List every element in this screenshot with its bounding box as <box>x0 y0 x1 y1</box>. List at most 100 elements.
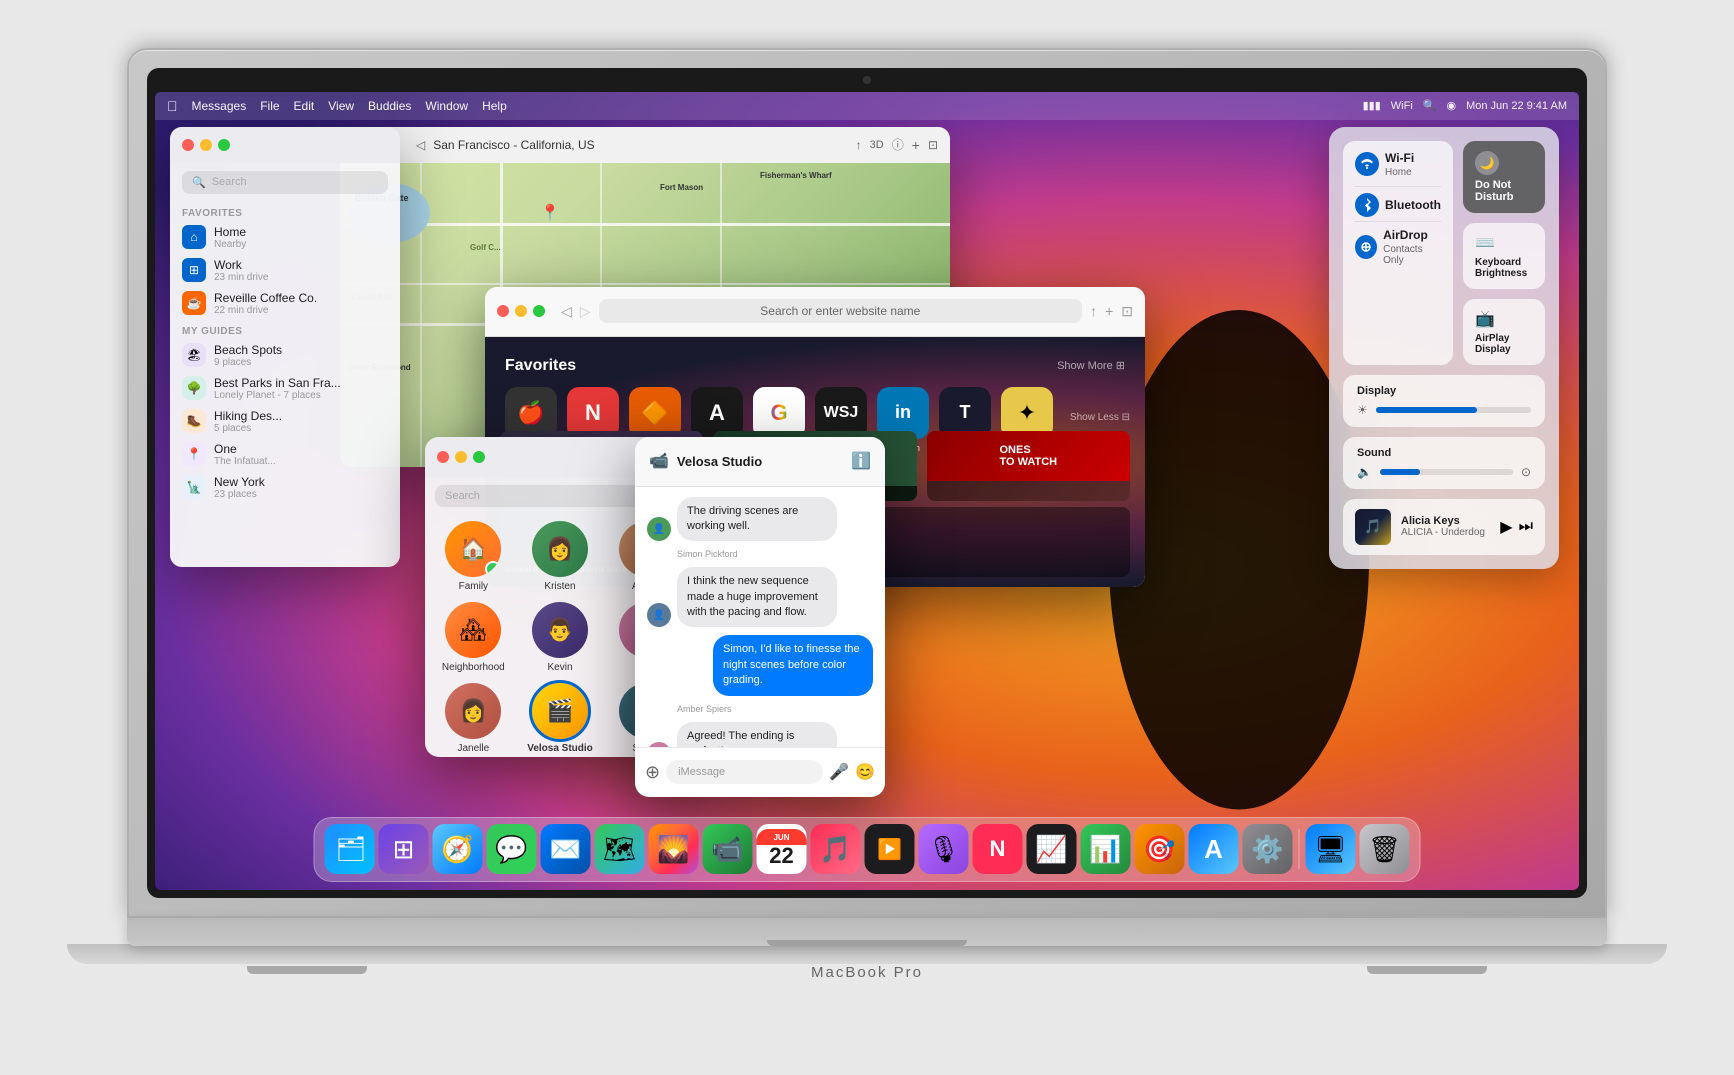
wifi-icon[interactable]: WiFi <box>1391 100 1413 112</box>
dock-appstore[interactable]: A <box>1189 824 1239 874</box>
dock-preferences[interactable]: ⚙️ <box>1243 824 1293 874</box>
dock-launchpad[interactable]: ⊞ <box>379 824 429 874</box>
display-slider-track[interactable] <box>1376 407 1531 413</box>
video-call-icon[interactable]: 📹 <box>649 451 669 471</box>
sidebar-item-beach[interactable]: 🏖 Beach Spots 9 places <box>170 339 400 372</box>
keyboard-label: Keyboard Brightness <box>1475 257 1533 279</box>
minimize-button[interactable] <box>200 139 212 151</box>
messages-close-button[interactable] <box>437 451 449 463</box>
sidebar-search-bar[interactable]: 🔍 Search <box>182 171 388 194</box>
menu-messages[interactable]: Messages <box>192 99 247 113</box>
menubar-left:  Messages File Edit View Buddies Window… <box>167 98 507 114</box>
home-info: Home Nearby <box>214 225 388 250</box>
sidebar-item-coffee[interactable]: ☕ Reveille Coffee Co. 22 min drive <box>170 287 400 320</box>
contact-neighborhood[interactable]: 🏘 Neighborhood <box>435 602 512 673</box>
menu-buddies[interactable]: Buddies <box>368 99 411 113</box>
menu-window[interactable]: Window <box>425 99 468 113</box>
dock-news[interactable]: N <box>973 824 1023 874</box>
safari-sidebar-icon[interactable]: ⊡ <box>1121 303 1133 320</box>
menu-edit[interactable]: Edit <box>294 99 315 113</box>
safari-close-button[interactable] <box>497 305 509 317</box>
dock-facetime[interactable]: 📹 <box>703 824 753 874</box>
maps-3d-button[interactable]: 3D <box>870 139 884 151</box>
map-pin[interactable]: 📍 <box>540 203 560 223</box>
video-tile-3[interactable]: ONESTO WATCH <box>927 431 1130 501</box>
contact-kristen[interactable]: 👩 Kristen <box>522 521 599 592</box>
sidebar-item-one[interactable]: 📍 One The Infatuat... <box>170 438 400 471</box>
maps-info-icon[interactable]: ⓘ <box>892 136 904 153</box>
maps-options-icon[interactable]: ⊡ <box>928 138 938 152</box>
close-button[interactable] <box>182 139 194 151</box>
safari-forward-icon[interactable]: ▷ <box>580 303 591 320</box>
sidebar-item-parks[interactable]: 🌳 Best Parks in San Fra... Lonely Planet… <box>170 372 400 405</box>
contact-kevin[interactable]: 👨 Kevin <box>522 602 599 673</box>
sound-output-icon[interactable]: ⊙ <box>1521 465 1531 479</box>
menu-view[interactable]: View <box>328 99 354 113</box>
dock-music[interactable]: 🎵 <box>811 824 861 874</box>
dock-desktop[interactable]: 🖥 <box>1306 824 1356 874</box>
cc-airplay-tile[interactable]: 📺 AirPlay Display <box>1463 299 1545 365</box>
dnd-header: 🌙 <box>1475 151 1533 175</box>
sound-slider-fill <box>1380 469 1420 475</box>
menu-help[interactable]: Help <box>482 99 507 113</box>
sidebar-item-home[interactable]: ⌂ Home Nearby <box>170 221 400 254</box>
sidebar-item-newyork[interactable]: 🗽 New York 23 places <box>170 471 400 504</box>
maps-address-bar[interactable]: San Francisco - California, US <box>433 138 847 152</box>
dock-numbers[interactable]: 📊 <box>1081 824 1131 874</box>
safari-maximize-button[interactable] <box>533 305 545 317</box>
sidebar-item-hiking[interactable]: 🥾 Hiking Des... 5 places <box>170 405 400 438</box>
battery-icon: ▮▮▮ <box>1363 99 1381 112</box>
siri-icon[interactable]: ◉ <box>1446 99 1456 112</box>
emoji-icon[interactable]: 😊 <box>855 762 875 782</box>
safari-addtab-icon[interactable]: + <box>1105 303 1113 319</box>
apps-icon[interactable]: ⊕ <box>645 762 660 783</box>
menu-file[interactable]: File <box>260 99 279 113</box>
safari-window-controls <box>497 305 545 317</box>
message-bubble-3: Simon, I'd like to finesse the night sce… <box>713 635 873 695</box>
dock-messages[interactable]: 💬 <box>487 824 537 874</box>
contact-family[interactable]: 🏠 Family <box>435 521 512 592</box>
cc-keyboard-tile[interactable]: ⌨️ Keyboard Brightness <box>1463 223 1545 289</box>
search-icon[interactable]: 🔍 <box>1423 99 1437 112</box>
messages-maximize-button[interactable] <box>473 451 485 463</box>
message-input[interactable]: iMessage <box>666 760 823 784</box>
safari-minimize-button[interactable] <box>515 305 527 317</box>
camera <box>863 76 871 84</box>
sidebar-item-work[interactable]: ⊞ Work 23 min drive <box>170 254 400 287</box>
apple-menu-logo[interactable]:  <box>167 98 178 114</box>
messages-minimize-button[interactable] <box>455 451 467 463</box>
contact-janelle[interactable]: 👩 Janelle <box>435 683 512 754</box>
video-content-header: Show Less ⊟ <box>500 412 1130 423</box>
dock-stocks[interactable]: 📈 <box>1027 824 1077 874</box>
dock-appletv[interactable]: ▶️ <box>865 824 915 874</box>
sound-label: Sound <box>1357 447 1531 459</box>
dock-keynote[interactable]: 🎯 <box>1135 824 1185 874</box>
dock-finder[interactable]: 🗂 <box>325 824 375 874</box>
dock-trash[interactable]: 🗑 <box>1360 824 1410 874</box>
safari-address-bar[interactable]: Search or enter website name <box>599 299 1083 323</box>
maps-share-icon[interactable]: ↑ <box>856 138 862 152</box>
dock-safari[interactable]: 🧭 <box>433 824 483 874</box>
message-bubble-4: Agreed! The ending is perfect! <box>677 722 837 747</box>
sound-slider-track[interactable] <box>1380 469 1513 475</box>
maximize-button[interactable] <box>218 139 230 151</box>
info-icon[interactable]: ℹ️ <box>851 451 871 471</box>
dock-maps[interactable]: 🗺 <box>595 824 645 874</box>
show-more-button[interactable]: Show More ⊞ <box>1057 359 1125 372</box>
fast-forward-button[interactable]: ⏭ <box>1519 518 1533 536</box>
audio-icon[interactable]: 🎤 <box>829 762 849 782</box>
dock-podcasts[interactable]: 🎙 <box>919 824 969 874</box>
maps-back-icon[interactable]: ◁ <box>416 138 425 152</box>
play-button[interactable]: ▶ <box>1500 517 1512 537</box>
cc-dnd-tile[interactable]: 🌙 Do NotDisturb <box>1463 141 1545 213</box>
dock-mail[interactable]: ✉️ <box>541 824 591 874</box>
maps-add-icon[interactable]: + <box>912 137 920 153</box>
safari-back-icon[interactable]: ◁ <box>561 303 572 320</box>
show-less-button[interactable]: Show Less ⊟ <box>1070 412 1130 423</box>
safari-share-icon[interactable]: ↑ <box>1090 303 1097 319</box>
contact-velosa[interactable]: 🎬 Velosa Studio <box>522 683 599 754</box>
dock-photos[interactable]: 🌄 <box>649 824 699 874</box>
dock-calendar[interactable]: JUN 22 <box>757 824 807 874</box>
cc-network-tile[interactable]: Wi-Fi Home B <box>1343 141 1453 365</box>
favorites-label: Favorites <box>182 208 388 219</box>
